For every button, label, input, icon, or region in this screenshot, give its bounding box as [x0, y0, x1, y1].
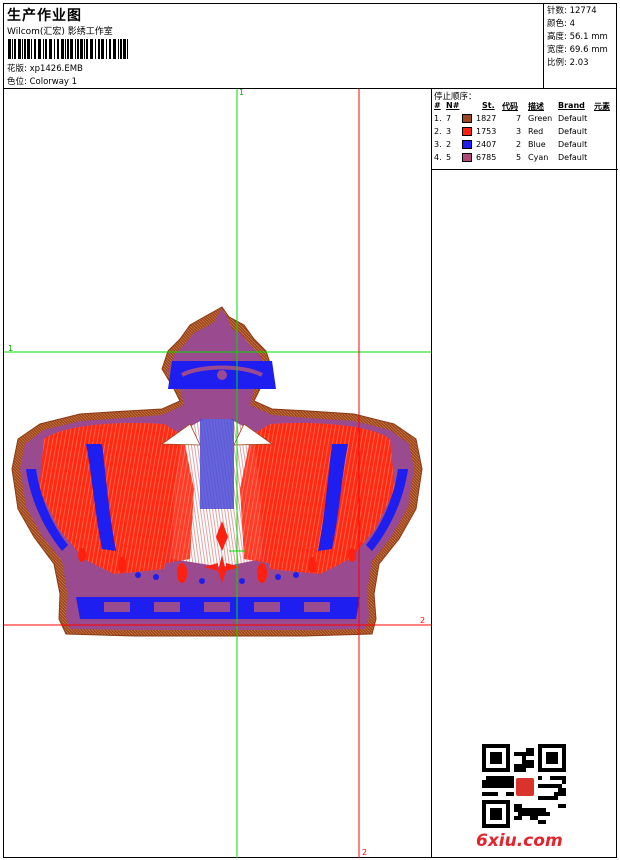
row-index: 4.	[434, 153, 442, 162]
stat-stitches: 针数: 12774	[547, 6, 597, 16]
company-name: Wilcom(汇宏) 影绣工作室	[7, 27, 113, 37]
stat-scale: 比例: 2.03	[547, 58, 589, 68]
color-swatch	[462, 140, 472, 149]
row-code: 7	[516, 114, 522, 123]
stat-height: 高度: 56.1 mm	[547, 32, 608, 42]
col-needle: N#	[446, 101, 460, 110]
guide-label-right: 2	[420, 616, 426, 625]
design-file-label: 花版: xp1426.EMB	[7, 64, 83, 74]
row-desc: Green	[528, 114, 553, 123]
jewel-left-2	[118, 557, 126, 573]
design-canvas: 1 1 2 2	[4, 89, 431, 858]
row-desc: Red	[528, 127, 544, 136]
row-needle: 7	[446, 114, 452, 123]
col-brand: Brand	[558, 101, 585, 110]
stop-sequence-row: 2. 3 1753 3 Red Default	[432, 126, 618, 139]
row-desc: Cyan	[528, 153, 549, 162]
crown-embroidery-design	[4, 89, 431, 858]
col-code: 代码	[502, 102, 518, 111]
row-st: 2407	[476, 140, 497, 149]
row-brand: Default	[558, 153, 588, 162]
stop-sequence-row: 3. 2 2407 2 Blue Default	[432, 139, 618, 152]
row-index: 1.	[434, 114, 442, 123]
jewel-left-3	[78, 548, 86, 562]
stop-sequence-panel: 停止顺序： # N# St. 代码 描述 Brand 元素 1. 7 1827 7 Gr…	[431, 89, 618, 858]
colorway-label: 色位: Colorway 1	[7, 77, 78, 87]
row-index: 2.	[434, 127, 442, 136]
guide-label-bottom: 2	[362, 848, 368, 857]
row-st: 6785	[476, 153, 497, 162]
production-worksheet: 生产作业图 Wilcom(汇宏) 影绣工作室 花版: xp1426.EMB 色位…	[3, 3, 618, 858]
color-swatch	[462, 114, 472, 123]
center-blue-column	[200, 419, 234, 509]
col-desc: 描述	[528, 102, 544, 111]
row-brand: Default	[558, 140, 588, 149]
row-st: 1753	[476, 127, 497, 136]
watermark-text: 6xiu.com	[476, 831, 563, 851]
color-swatch	[462, 153, 472, 162]
barcode-icon	[8, 39, 128, 59]
guide-label-top: 1	[239, 89, 245, 97]
row-code: 2	[516, 140, 522, 149]
stop-sequence-row: 1. 7 1827 7 Green Default	[432, 113, 618, 126]
row-index: 3.	[434, 140, 442, 149]
stat-width: 宽度: 69.6 mm	[547, 45, 608, 55]
jewel-right-2	[308, 557, 316, 573]
color-swatch	[462, 127, 472, 136]
row-st: 1827	[476, 114, 497, 123]
row-code: 5	[516, 153, 522, 162]
row-desc: Blue	[528, 140, 546, 149]
row-needle: 3	[446, 127, 452, 136]
stop-sequence-table: 停止顺序： # N# St. 代码 描述 Brand 元素 1. 7 1827 7 Gr…	[432, 89, 618, 170]
stat-colors: 颜色: 4	[547, 19, 576, 29]
stop-sequence-header: # N# St. 代码 描述 Brand 元素	[432, 101, 618, 113]
row-brand: Default	[558, 114, 588, 123]
row-code: 3	[516, 127, 522, 136]
design-stats-panel: 针数: 12774 颜色: 4 高度: 56.1 mm 宽度: 69.6 mm …	[544, 4, 617, 89]
jewel-right-1	[257, 563, 267, 583]
jewel-left-1	[177, 563, 187, 583]
header-panel: 生产作业图 Wilcom(汇宏) 影绣工作室 花版: xp1426.EMB 色位…	[4, 4, 544, 89]
row-needle: 5	[446, 153, 452, 162]
jewel-right-3	[348, 548, 356, 562]
guide-label-left: 1	[8, 344, 14, 353]
qr-code-icon	[482, 744, 566, 828]
row-brand: Default	[558, 127, 588, 136]
stop-sequence-row: 4. 5 6785 5 Cyan Default	[432, 152, 618, 165]
top-jewel-center	[217, 370, 227, 380]
row-needle: 2	[446, 140, 452, 149]
col-index: #	[434, 101, 441, 110]
col-element: 元素	[594, 102, 610, 111]
col-st: St.	[482, 101, 495, 110]
page-title: 生产作业图	[7, 8, 82, 24]
